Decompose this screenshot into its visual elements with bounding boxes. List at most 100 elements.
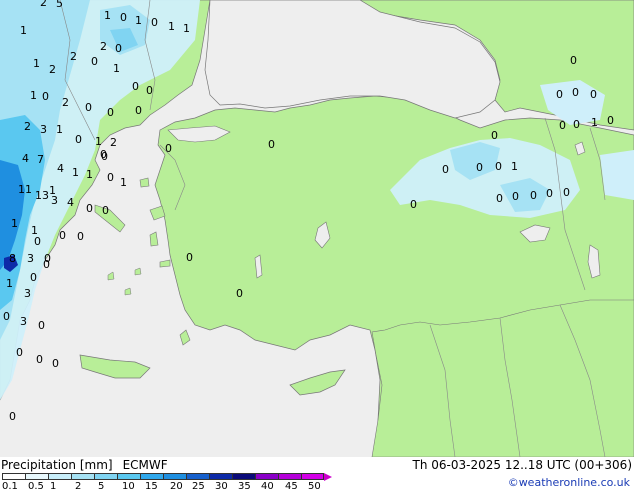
precip-value-label: 2	[100, 40, 107, 53]
precip-value-label: 1	[33, 57, 40, 70]
precip-value-label: 0	[572, 86, 579, 99]
precip-value-label: 0	[30, 271, 37, 284]
precip-value-label: 1	[95, 135, 102, 148]
legend-tick-label: 35	[238, 481, 251, 490]
precip-value-label: 0	[42, 90, 49, 103]
legend-swatch	[71, 473, 94, 480]
precip-value-label: 0	[132, 80, 139, 93]
legend-arrow-icon	[324, 473, 332, 481]
precip-value-label: 0	[570, 54, 577, 67]
precip-value-label: 1	[86, 168, 93, 181]
precip-value-label: 0	[100, 148, 107, 161]
precip-value-label: 7	[37, 153, 44, 166]
precip-value-label: 0	[165, 142, 172, 155]
precip-value-label: 3	[24, 287, 31, 300]
precip-value-label: 1	[20, 24, 27, 37]
legend-swatch	[209, 473, 232, 480]
precip-value-label: 0	[512, 190, 519, 203]
precip-value-label: 0	[146, 84, 153, 97]
legend-tick-label: 20	[170, 481, 183, 490]
precip-value-label: 0	[107, 106, 114, 119]
precip-value-label: 0	[102, 204, 109, 217]
precip-value-label: 0	[186, 251, 193, 264]
precip-value-label: 0	[91, 55, 98, 68]
precip-value-label: 0	[476, 161, 483, 174]
precip-value-label: 5	[56, 0, 63, 10]
precip-value-label: 1	[511, 160, 518, 173]
precip-value-label: 11	[18, 183, 32, 196]
legend-swatch	[301, 473, 324, 480]
precip-value-label: 0	[573, 118, 580, 131]
precip-value-label: 1	[183, 22, 190, 35]
precip-value-label: 0	[151, 16, 158, 29]
precip-value-label: 1	[56, 123, 63, 136]
precip-value-label: 0	[43, 258, 50, 271]
precip-value-label: 4	[22, 152, 29, 165]
legend-tick-label: 40	[261, 481, 274, 490]
legend-ticks: 0.1 0.5 1 2 5 10 15 20 25 30 35 40 45 50	[2, 481, 342, 490]
land-levant	[371, 299, 634, 457]
legend-swatch	[278, 473, 301, 480]
legend-swatch	[48, 473, 71, 480]
precipitation-map: 2510101112020112001020002310120004741101…	[0, 0, 634, 490]
legend-tick-label: 10	[122, 481, 135, 490]
precip-value-label: 1	[6, 277, 13, 290]
legend-color-bar	[2, 473, 324, 480]
precip-value-label: 1	[104, 9, 111, 22]
precip-value-label: 0	[563, 186, 570, 199]
legend-tick-label: 1	[50, 481, 57, 490]
precip-value-label: 0	[9, 410, 16, 423]
legend-swatch	[255, 473, 278, 480]
precip-value-label: 1	[591, 116, 598, 129]
map-canvas: 2 51 0 1 0 1 112 02 01 120 01 0 2 0 0 02 3 10 1 20004 74 1 1 0 1…	[0, 0, 634, 457]
precip-value-label: 0	[607, 114, 614, 127]
precip-value-label: 1	[120, 176, 127, 189]
precip-value-label: 3	[51, 194, 58, 207]
legend-tick-label: 0.1	[2, 481, 18, 490]
legend-swatch	[25, 473, 48, 480]
precip-value-label: 0	[34, 235, 41, 248]
precip-far-east	[600, 150, 634, 200]
valid-time: Th 06-03-2025 12..18 UTC (00+306)	[412, 458, 632, 472]
precip-value-label: 4	[67, 196, 74, 209]
precip-value-label: 0	[120, 11, 127, 24]
precip-value-label: 0	[75, 133, 82, 146]
precip-value-label: 0	[268, 138, 275, 151]
legend-tick-label: 30	[215, 481, 228, 490]
precip-value-label: 0	[38, 319, 45, 332]
precip-value-label: 0	[77, 230, 84, 243]
precip-value-label: 2	[24, 120, 31, 133]
title-text: Precipitation [mm]	[1, 458, 113, 472]
legend-tick-label: 2	[75, 481, 82, 490]
precip-value-label: 3	[40, 123, 47, 136]
precip-value-label: 3	[20, 315, 27, 328]
precip-value-label: 1	[11, 217, 18, 230]
legend-swatch	[2, 473, 25, 480]
precip-value-label: 0	[52, 357, 59, 370]
precip-value-label: 0	[556, 88, 563, 101]
legend-tick-label: 50	[308, 481, 321, 490]
legend-tick-label: 15	[145, 481, 158, 490]
precip-value-label: 0	[590, 88, 597, 101]
precip-value-label: 1	[135, 14, 142, 27]
precip-value-label: 2	[40, 0, 47, 9]
legend-tick-label: 0.5	[28, 481, 44, 490]
precip-value-label: 2	[70, 50, 77, 63]
legend-swatch	[186, 473, 209, 480]
precip-value-label: 0	[135, 104, 142, 117]
precip-value-label: 0	[530, 189, 537, 202]
precip-value-label: 1	[168, 20, 175, 33]
legend-swatch	[232, 473, 255, 480]
precip-value-label: 0	[16, 346, 23, 359]
precip-value-label: 0	[59, 229, 66, 242]
precip-value-label: 0	[442, 163, 449, 176]
precip-value-label: 2	[110, 136, 117, 149]
model-name: ECMWF	[122, 458, 168, 472]
precip-value-label: 3	[27, 252, 34, 265]
precip-value-label: 8	[9, 252, 16, 265]
map-footer: Precipitation [mm] ECMWF Th 06-03-2025 12…	[0, 457, 634, 490]
legend-swatch	[94, 473, 117, 480]
precip-value-label: 13	[35, 189, 49, 202]
precip-value-label: 0	[115, 42, 122, 55]
precip-value-label: 1	[72, 166, 79, 179]
